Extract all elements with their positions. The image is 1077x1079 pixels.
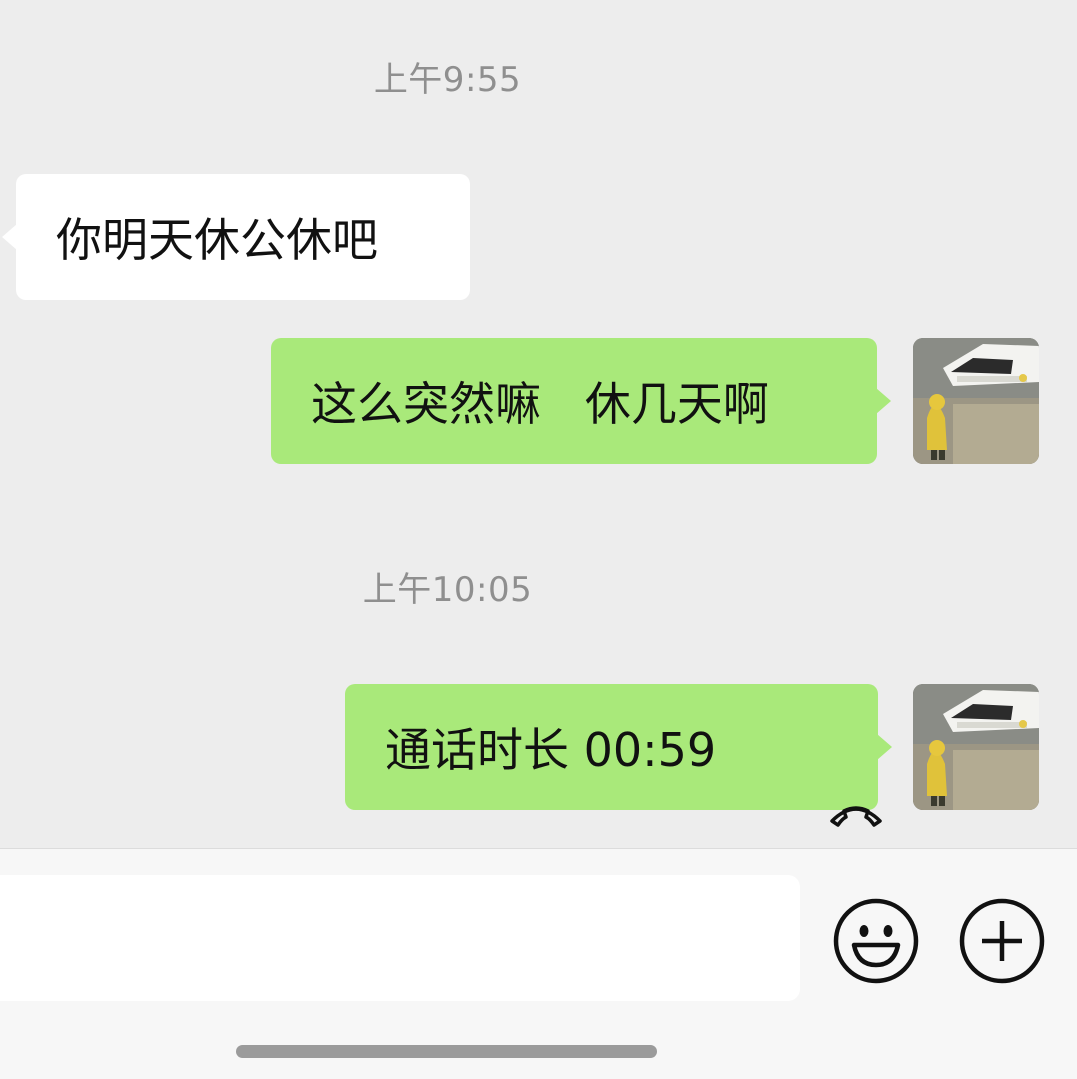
- hang-up-phone-icon: [738, 732, 882, 827]
- avatar[interactable]: [913, 338, 1039, 464]
- message-text: 通话时长 00:59: [385, 723, 717, 777]
- plus-circle-icon: [959, 898, 1045, 984]
- emoji-button[interactable]: [832, 897, 920, 985]
- timestamp: 上午10:05: [362, 570, 533, 610]
- message-text: 你明天休公休吧: [56, 213, 378, 267]
- timestamp: 上午9:55: [373, 60, 522, 100]
- chat-area[interactable]: 上午9:55 你明天休公休吧 这么突然嘛 休几天啊 上午10:05 通话时长 0…: [0, 0, 1077, 848]
- avatar[interactable]: [913, 684, 1039, 810]
- message-input[interactable]: [0, 875, 800, 1001]
- home-indicator[interactable]: [236, 1045, 657, 1058]
- call-duration-bubble[interactable]: 通话时长 00:59: [345, 684, 892, 827]
- input-bar: [0, 848, 1077, 1079]
- more-button[interactable]: [958, 897, 1046, 985]
- smiley-face-icon: [833, 898, 919, 984]
- incoming-message-bubble[interactable]: 你明天休公休吧: [2, 174, 470, 300]
- message-text: 这么突然嘛 休几天啊: [311, 377, 769, 431]
- outgoing-message-bubble[interactable]: 这么突然嘛 休几天啊: [271, 338, 891, 464]
